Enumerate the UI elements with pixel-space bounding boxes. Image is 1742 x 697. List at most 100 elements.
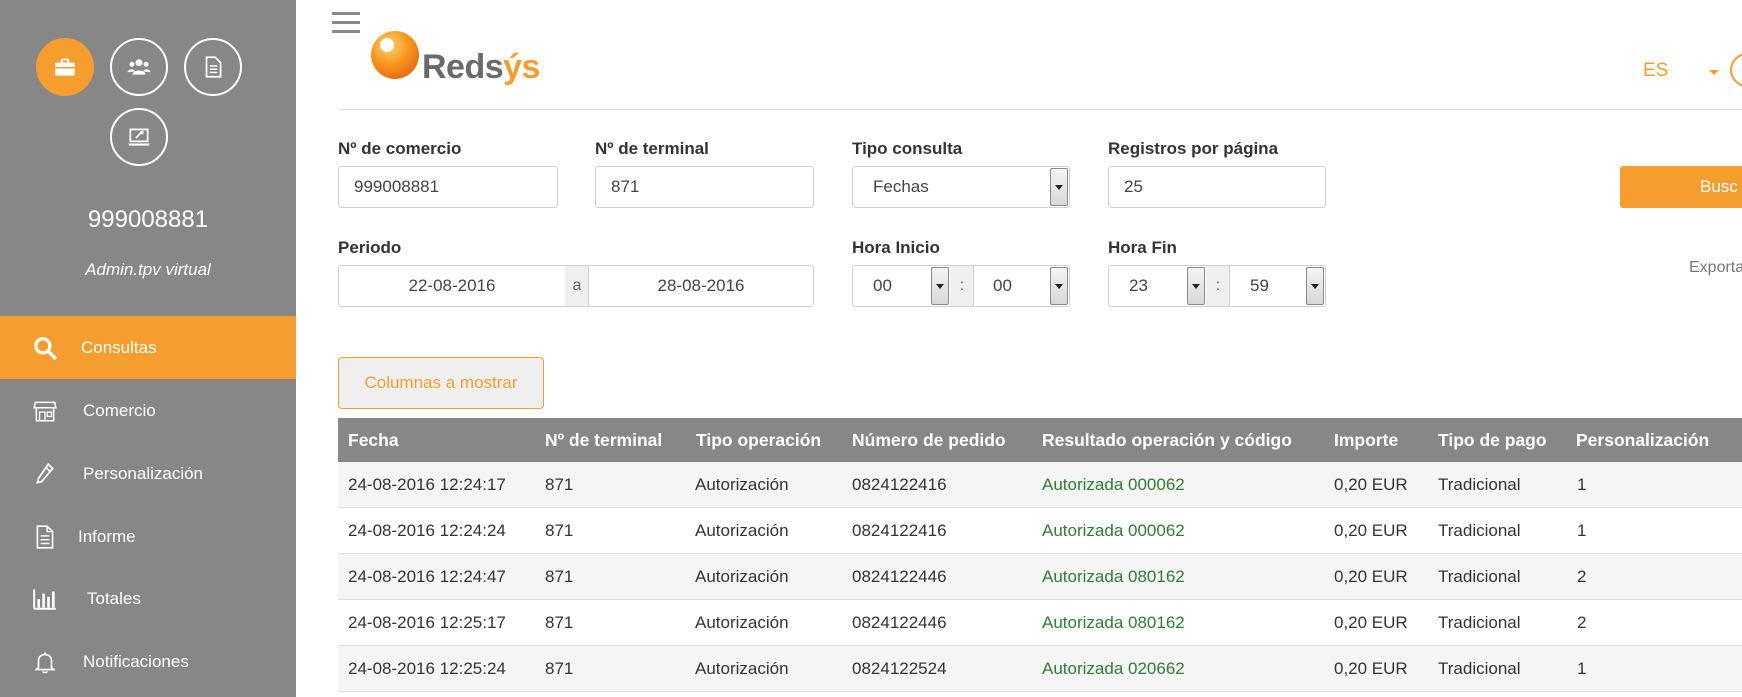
cell-amount: 0,20 EUR xyxy=(1334,659,1408,678)
cell-payment-type: Tradicional xyxy=(1438,659,1521,678)
sidebar-item-label: Informe xyxy=(78,526,136,546)
sidebar-item-comercio[interactable]: Comercio xyxy=(0,379,296,442)
users-icon xyxy=(127,59,151,75)
table-row[interactable]: 24-08-2016 12:25:24 871 Autorización 082… xyxy=(338,646,1742,692)
cell-payment-type: Tradicional xyxy=(1438,475,1521,494)
report-icon xyxy=(30,522,60,552)
merchant-label: Nº de comercio xyxy=(338,139,462,158)
start-hour-select[interactable]: 00 xyxy=(852,265,951,307)
cell-result: Autorizada 020662 xyxy=(1042,659,1185,678)
merchant-input[interactable]: 999008881 xyxy=(338,166,558,208)
store-icon xyxy=(30,396,60,426)
export-link[interactable]: Exporta xyxy=(1689,259,1742,277)
sidebar-item-label: Comercio xyxy=(83,400,156,420)
bar-chart-icon xyxy=(30,584,60,614)
cell-amount: 0,20 EUR xyxy=(1334,567,1408,586)
pencil-icon xyxy=(30,459,60,489)
cell-order-number: 0824122446 xyxy=(852,613,947,632)
search-button[interactable]: Busc xyxy=(1620,166,1742,208)
cell-terminal: 871 xyxy=(545,567,574,586)
column-header[interactable]: Resultado operación y código xyxy=(1042,418,1292,462)
table-header: Fecha Nº de terminal Tipo operación Núme… xyxy=(338,418,1742,462)
sidebar-item-notificaciones[interactable]: Notificaciones xyxy=(0,630,296,693)
column-header[interactable]: Nº de terminal xyxy=(545,418,662,462)
cell-terminal: 871 xyxy=(545,475,574,494)
start-minute-select[interactable]: 00 xyxy=(973,265,1070,307)
laptop-tools-button[interactable] xyxy=(110,108,168,166)
cell-date: 24-08-2016 12:24:17 xyxy=(348,475,506,494)
sidebar-item-totales[interactable]: Totales xyxy=(0,567,296,630)
records-input[interactable]: 25 xyxy=(1108,166,1326,208)
cell-date: 24-08-2016 12:25:24 xyxy=(348,659,506,678)
terminal-input[interactable]: 871 xyxy=(595,166,814,208)
chevron-down-icon xyxy=(1709,70,1719,75)
cell-result: Autorizada 080162 xyxy=(1042,567,1185,586)
cell-personalization: 1 xyxy=(1577,659,1587,678)
table-row[interactable]: 24-08-2016 12:24:17 871 Autorización 082… xyxy=(338,462,1742,508)
cell-amount: 0,20 EUR xyxy=(1334,475,1408,494)
dropdown-arrow-icon xyxy=(1050,168,1068,206)
cell-amount: 0,20 EUR xyxy=(1334,613,1408,632)
cell-result: Autorizada 080162 xyxy=(1042,613,1185,632)
column-header[interactable]: Importe xyxy=(1334,418,1398,462)
cell-order-number: 0824122416 xyxy=(852,475,947,494)
columns-button[interactable]: Columnas a mostrar xyxy=(338,357,544,409)
menu-icon[interactable] xyxy=(332,12,360,36)
cell-terminal: 871 xyxy=(545,659,574,678)
end-minute-select[interactable]: 59 xyxy=(1229,265,1326,307)
language-selector[interactable]: ES xyxy=(1643,60,1668,82)
start-time-separator: : xyxy=(950,265,974,307)
cell-operation-type: Autorización xyxy=(695,567,789,586)
dropdown-arrow-icon xyxy=(1187,267,1205,305)
end-hour-select[interactable]: 23 xyxy=(1108,265,1207,307)
end-time-label: Hora Fin xyxy=(1108,238,1177,257)
terminal-label: Nº de terminal xyxy=(595,139,709,158)
cell-date: 24-08-2016 12:25:17 xyxy=(348,613,506,632)
cell-order-number: 0824122524 xyxy=(852,659,947,678)
sidebar-item-label: Notificaciones xyxy=(83,651,189,671)
query-type-value: Fechas xyxy=(873,177,929,196)
merchant-id: 999008881 xyxy=(87,206,209,233)
logo-text: Redsýs xyxy=(422,48,540,86)
period-label: Periodo xyxy=(338,238,402,257)
cell-result: Autorizada 000062 xyxy=(1042,521,1185,540)
cell-result: Autorizada 000062 xyxy=(1042,475,1185,494)
query-type-select[interactable]: Fechas xyxy=(852,166,1070,208)
user-menu-button[interactable] xyxy=(1730,52,1742,88)
end-hour-value: 23 xyxy=(1129,276,1148,295)
sidebar-item-informe[interactable]: Informe xyxy=(0,505,296,568)
cell-date: 24-08-2016 12:24:47 xyxy=(348,567,506,586)
column-header[interactable]: Personalización xyxy=(1576,418,1709,462)
records-label: Registros por página xyxy=(1108,139,1279,158)
end-minute-value: 59 xyxy=(1250,276,1269,295)
table-row[interactable]: 24-08-2016 12:24:47 871 Autorización 082… xyxy=(338,554,1742,600)
sidebar-item-consultas[interactable]: Consultas xyxy=(0,316,296,379)
cell-date: 24-08-2016 12:24:24 xyxy=(348,521,506,540)
cell-order-number: 0824122446 xyxy=(852,567,947,586)
period-to-input[interactable]: 28-08-2016 xyxy=(588,265,814,307)
cell-terminal: 871 xyxy=(545,521,574,540)
table-row[interactable]: 24-08-2016 12:24:24 871 Autorización 082… xyxy=(338,508,1742,554)
document-button[interactable] xyxy=(184,38,242,96)
column-header[interactable]: Tipo de pago xyxy=(1438,418,1547,462)
briefcase-button[interactable] xyxy=(36,38,94,96)
period-separator: a xyxy=(565,265,589,307)
column-header[interactable]: Número de pedido xyxy=(852,418,1006,462)
laptop-tools-icon xyxy=(128,128,150,146)
table-row[interactable]: 24-08-2016 12:25:17 871 Autorización 082… xyxy=(338,600,1742,646)
query-type-label: Tipo consulta xyxy=(852,139,963,158)
users-button[interactable] xyxy=(110,38,168,96)
column-header[interactable]: Tipo operación xyxy=(696,418,821,462)
sidebar-item-personalizacion[interactable]: Personalización xyxy=(0,442,296,505)
cell-payment-type: Tradicional xyxy=(1438,567,1521,586)
sidebar: 999008881 Admin.tpv virtual Consultas Co… xyxy=(0,0,296,697)
cell-operation-type: Autorización xyxy=(695,475,789,494)
period-from-input[interactable]: 22-08-2016 xyxy=(338,265,566,307)
start-minute-value: 00 xyxy=(993,276,1012,295)
cell-personalization: 2 xyxy=(1577,613,1587,632)
search-icon xyxy=(30,333,60,363)
column-header[interactable]: Fecha xyxy=(348,418,399,462)
cell-personalization: 1 xyxy=(1577,521,1587,540)
end-time-separator: : xyxy=(1206,265,1230,307)
cell-payment-type: Tradicional xyxy=(1438,521,1521,540)
